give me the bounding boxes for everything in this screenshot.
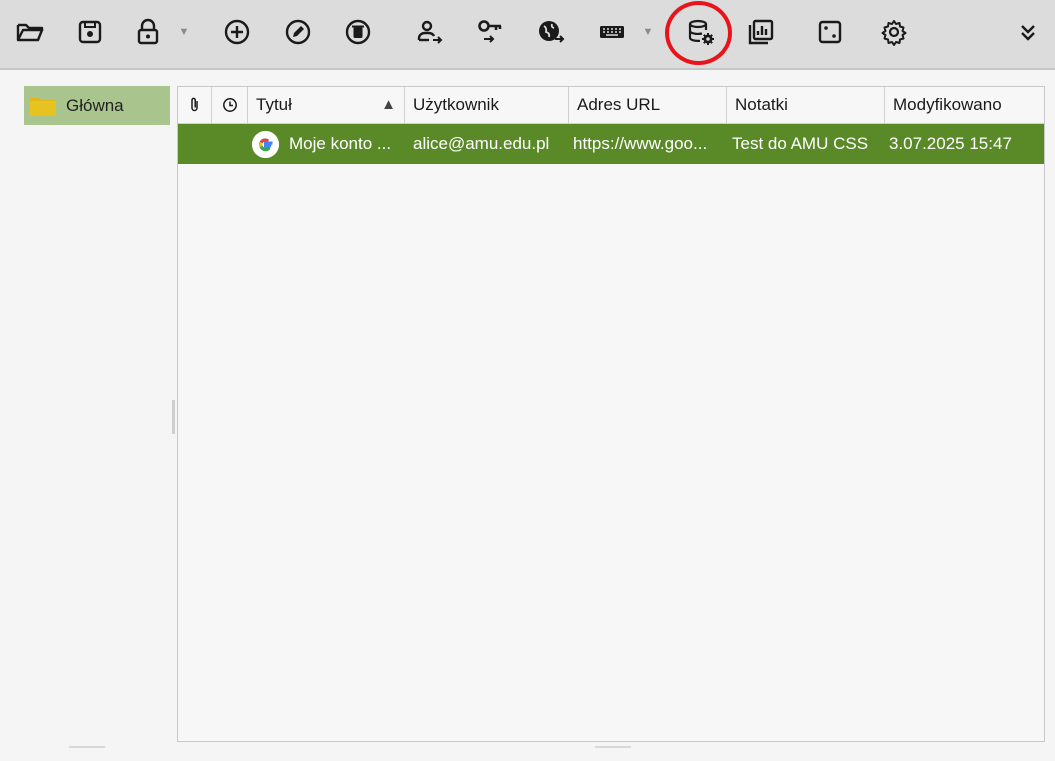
user-arrow-icon	[417, 20, 443, 44]
column-username-label: Użytkownik	[413, 95, 499, 114]
column-modified-label: Modyfikowano	[893, 95, 1002, 114]
add-entry-button[interactable]	[220, 14, 254, 50]
copy-username-button[interactable]	[413, 14, 447, 50]
panel-splitter[interactable]	[172, 400, 175, 434]
entries-table: Tytuł ▲ Użytkownik Adres URL Notatki Mod…	[177, 86, 1045, 742]
copy-password-button[interactable]	[473, 14, 507, 50]
column-header-username[interactable]: Użytkownik	[405, 87, 569, 123]
toolbar: ▼ ▼	[0, 0, 1055, 70]
group-label: Główna	[66, 95, 124, 115]
column-header-expiry[interactable]	[212, 87, 248, 123]
column-header-attachment[interactable]	[178, 87, 212, 123]
groups-panel: Główna	[0, 70, 172, 761]
sort-ascending-icon: ▲	[381, 96, 396, 113]
more-button[interactable]	[1011, 14, 1045, 50]
dice-icon	[818, 20, 842, 44]
trash-circle-icon	[345, 19, 371, 45]
chevron-double-down-icon	[1021, 25, 1035, 41]
lock-icon	[137, 18, 159, 45]
status-divider-left	[69, 746, 105, 748]
autotype-menu-arrow[interactable]: ▼	[642, 22, 654, 42]
paperclip-icon	[190, 97, 198, 112]
edit-entry-button[interactable]	[281, 14, 315, 50]
save-database-button[interactable]	[73, 14, 107, 50]
table-row[interactable]: Moje konto ... alice@amu.edu.pl https://…	[178, 124, 1044, 164]
gear-icon	[881, 20, 907, 46]
database-settings-button[interactable]	[684, 14, 718, 50]
cell-modified: 3.07.2025 15:47	[889, 134, 1012, 153]
column-header-title[interactable]: Tytuł ▲	[248, 87, 405, 123]
folder-icon	[30, 96, 56, 116]
folder-open-icon	[16, 23, 44, 42]
google-icon	[252, 131, 279, 158]
key-arrow-icon	[478, 20, 502, 43]
clock-icon	[222, 98, 237, 112]
column-url-label: Adres URL	[577, 95, 661, 114]
password-generator-button[interactable]	[813, 14, 847, 50]
keyboard-icon	[600, 26, 624, 38]
reports-button[interactable]	[744, 14, 778, 50]
cell-title: Moje konto ...	[289, 134, 392, 153]
pencil-circle-icon	[285, 19, 311, 45]
column-notes-label: Notatki	[735, 95, 788, 114]
lock-menu-arrow[interactable]: ▼	[178, 22, 190, 42]
cell-url: https://www.goo...	[573, 134, 708, 153]
column-title-label: Tytuł	[256, 95, 292, 114]
delete-entry-button[interactable]	[341, 14, 375, 50]
column-header-notes[interactable]: Notatki	[727, 87, 885, 123]
group-item-glowna[interactable]: Główna	[24, 86, 170, 125]
cell-notes: Test do AMU CSS	[732, 134, 869, 153]
cell-username: alice@amu.edu.pl	[413, 134, 550, 153]
column-header-modified[interactable]: Modyfikowano	[885, 87, 1044, 123]
table-header: Tytuł ▲ Użytkownik Adres URL Notatki Mod…	[178, 87, 1044, 124]
globe-arrow-icon	[539, 21, 565, 43]
autotype-button[interactable]	[595, 14, 629, 50]
reports-icon	[748, 19, 774, 45]
lock-database-button[interactable]	[131, 14, 165, 50]
open-database-button[interactable]	[13, 14, 47, 50]
plus-circle-icon	[224, 19, 250, 45]
database-gear-icon	[688, 19, 714, 45]
settings-button[interactable]	[877, 14, 911, 50]
save-icon	[78, 20, 102, 44]
copy-url-button[interactable]	[534, 14, 568, 50]
status-divider-mid	[595, 746, 631, 748]
column-header-url[interactable]: Adres URL	[569, 87, 727, 123]
